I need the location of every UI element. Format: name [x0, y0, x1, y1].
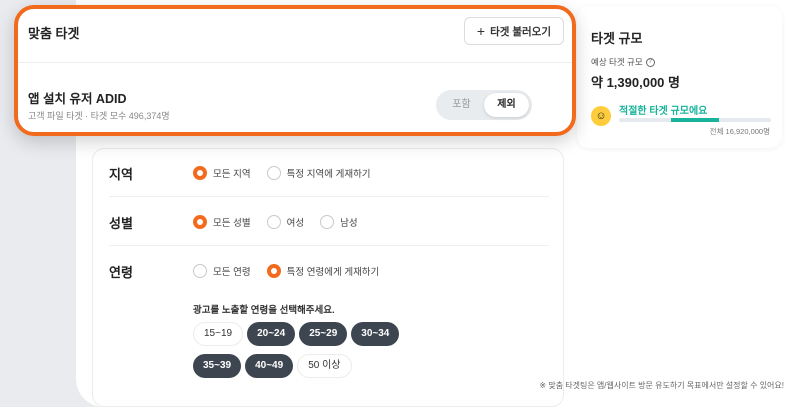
radio-label: 모든 연령	[213, 267, 251, 278]
radio-checked-icon	[193, 166, 207, 180]
smile-icon: ☺	[591, 106, 611, 126]
gender-female-radio[interactable]: 여성	[266, 215, 305, 229]
radio-label: 모든 지역	[213, 169, 251, 180]
age-row: 연령 모든 연령 특정 연령에게 게재하기	[93, 261, 565, 281]
exclude-option[interactable]: 제외	[484, 93, 529, 117]
region-specific-radio[interactable]: 특정 지역에 게재하기	[266, 166, 371, 180]
region-label: 지역	[109, 166, 133, 182]
help-icon[interactable]: ?	[645, 57, 655, 67]
radio-unchecked-icon	[193, 264, 207, 278]
gender-label: 성별	[109, 215, 133, 231]
gender-options: 모든 성별 여성 남성	[193, 215, 358, 229]
total-audience: 전체 16,920,000명	[709, 127, 770, 136]
age-chip[interactable]: 15~19	[193, 322, 244, 346]
region-row: 지역 모든 지역 특정 지역에 게재하기	[93, 163, 565, 183]
estimate-value: 약 1,390,000 명	[591, 75, 680, 90]
age-label: 연령	[109, 264, 133, 280]
radio-label: 특정 지역에 게재하기	[286, 169, 371, 180]
radio-label: 남성	[340, 218, 358, 229]
radio-label: 특정 연령에게 게재하기	[286, 267, 380, 278]
radio-checked-icon	[266, 264, 281, 278]
load-target-label: 타겟 불러오기	[490, 25, 551, 38]
radio-unchecked-icon	[266, 166, 281, 180]
footnote: ※ 맞춤 타겟팅은 앱/웹사이트 방문 유도하기 목표에서만 설정할 수 있어요…	[539, 381, 784, 390]
age-chip[interactable]: 50 이상	[297, 354, 352, 378]
radio-unchecked-icon	[320, 215, 335, 229]
size-panel-title: 타겟 규모	[591, 31, 643, 46]
region-options: 모든 지역 특정 지역에 게재하기	[193, 166, 371, 180]
load-target-button[interactable]: + 타겟 불러오기	[463, 17, 564, 45]
radio-label: 모든 성별	[213, 218, 251, 229]
plus-icon: +	[476, 23, 486, 39]
age-chip[interactable]: 40~49	[245, 354, 294, 378]
size-bar-fill	[670, 118, 720, 122]
targeting-form: 지역 모든 지역 특정 지역에 게재하기 성별 모든 성별 여성 남성 연령 모…	[92, 148, 564, 407]
gender-all-radio[interactable]: 모든 성별	[193, 215, 251, 229]
gender-row: 성별 모든 성별 여성 남성	[93, 212, 565, 232]
age-specific-radio[interactable]: 특정 연령에게 게재하기	[266, 264, 380, 278]
target-size-panel: 타겟 규모 예상 타겟 규모 ? 약 1,390,000 명 ☺ 적절한 타겟 …	[577, 6, 782, 148]
age-chips-row-2: 35~39 40~49 50 이상	[193, 354, 356, 378]
radio-label: 여성	[286, 218, 305, 229]
radio-unchecked-icon	[266, 215, 281, 229]
age-chip[interactable]: 30~34	[351, 322, 400, 346]
divider	[18, 62, 572, 63]
include-exclude-toggle: 포함 제외	[436, 90, 532, 120]
include-option[interactable]: 포함	[439, 93, 484, 117]
audience-name: 앱 설치 유저 ADID	[28, 92, 127, 106]
fit-status-label: 적절한 타겟 규모에요	[619, 106, 708, 117]
age-chips-row-1: 15~19 20~24 25~29 30~34	[193, 322, 403, 346]
gender-male-radio[interactable]: 남성	[320, 215, 358, 229]
age-options: 모든 연령 특정 연령에게 게재하기	[193, 264, 379, 278]
estimate-label: 예상 타겟 규모	[591, 57, 643, 67]
age-helper-text: 광고를 노출할 연령을 선택해주세요.	[193, 305, 335, 316]
audience-meta: 고객 파일 타겟 · 타겟 모수 496,374명	[28, 111, 170, 121]
age-chip[interactable]: 25~29	[299, 322, 348, 346]
radio-checked-icon	[193, 215, 207, 229]
divider	[109, 196, 549, 197]
age-chip[interactable]: 20~24	[247, 322, 296, 346]
custom-target-title: 맞춤 타겟	[28, 26, 80, 41]
divider	[109, 245, 549, 246]
age-all-radio[interactable]: 모든 연령	[193, 264, 251, 278]
age-chip[interactable]: 35~39	[193, 354, 242, 378]
estimate-label-row: 예상 타겟 규모 ?	[591, 56, 655, 68]
size-bar-track	[619, 118, 771, 122]
region-all-radio[interactable]: 모든 지역	[193, 166, 251, 180]
custom-target-card: 맞춤 타겟 + 타겟 불러오기 앱 설치 유저 ADID 고객 파일 타겟 · …	[14, 5, 576, 136]
